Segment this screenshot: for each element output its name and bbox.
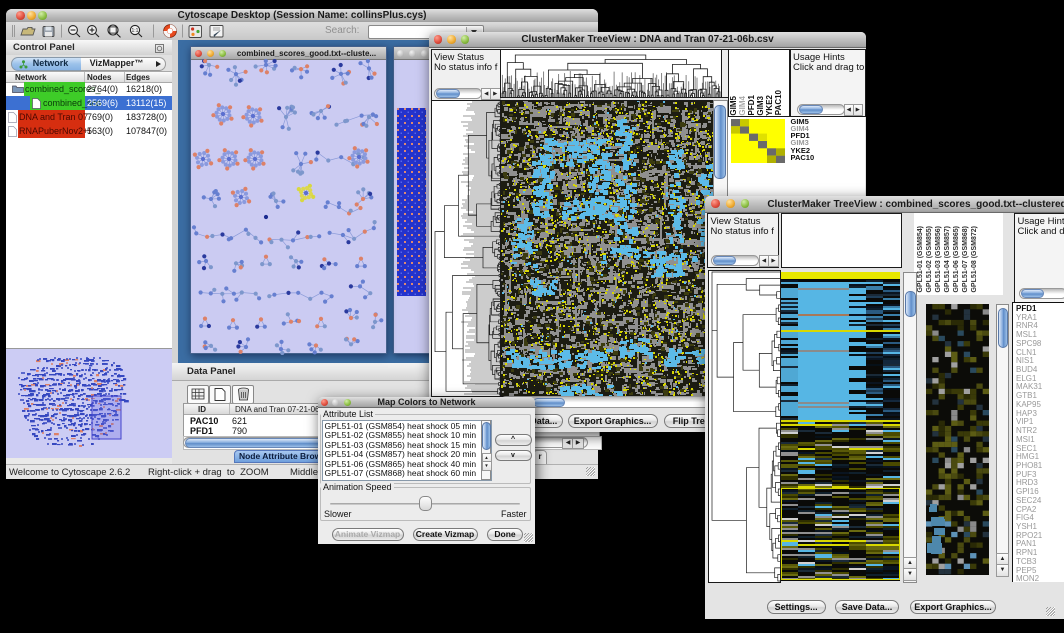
svg-text:1:1: 1:1 — [132, 28, 139, 34]
